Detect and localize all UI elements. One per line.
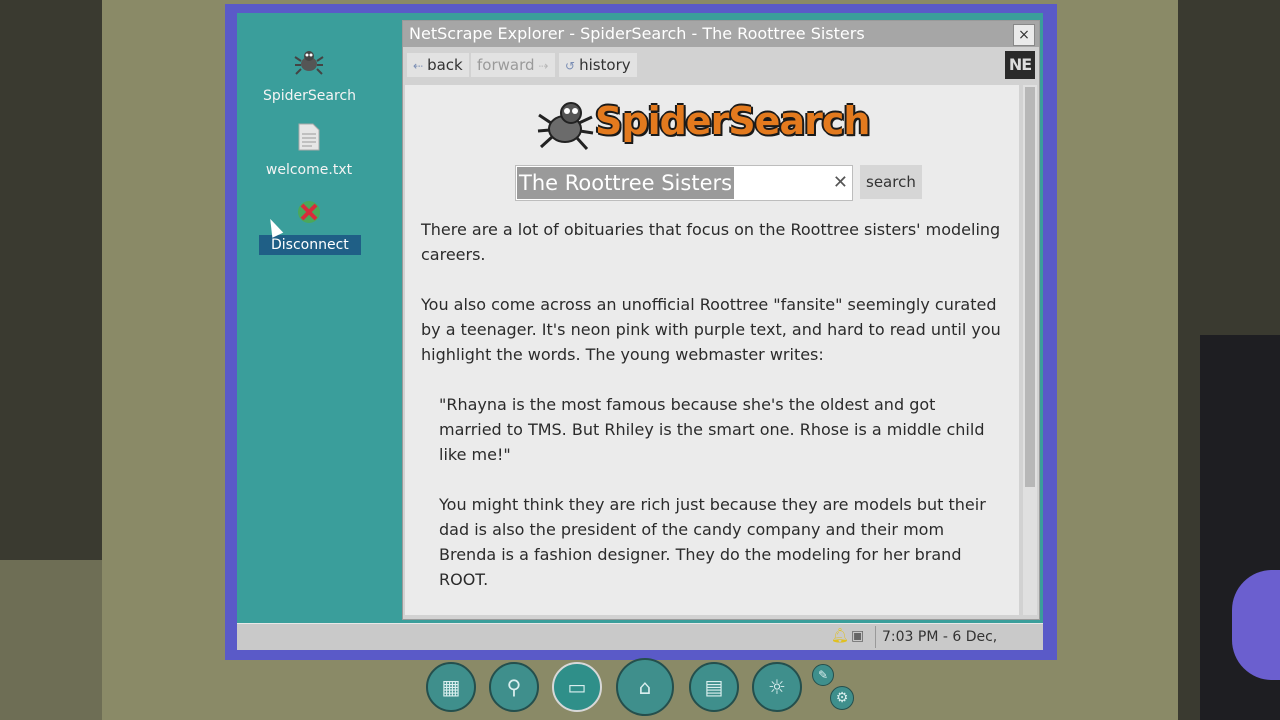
desk-surface [0,560,102,720]
desktop-icon-spidersearch[interactable]: SpiderSearch [259,47,359,105]
room-object [1232,570,1280,680]
network-icon[interactable]: ▣ [851,628,864,644]
desktop-screen: SpiderSearch welcome.txt Disconnect NetS… [237,13,1043,650]
navigation-bar: ⇠ back forward ⇢ ↺ history NE [403,47,1039,83]
history-button[interactable]: ↺ history [559,53,637,77]
page-content: SpiderSearch The Roottree Sisters ✕ sear… [405,85,1019,615]
arrow-left-icon: ⇠ [413,59,424,73]
clear-search-button[interactable]: ✕ [833,170,848,196]
window-titlebar[interactable]: NetScrape Explorer - SpiderSearch - The … [403,21,1039,47]
history-icon: ↺ [565,59,576,73]
back-button[interactable]: ⇠ back [407,53,469,77]
scrollbar-thumb[interactable] [1025,87,1035,487]
search-button[interactable]: search [860,165,922,199]
computer-icon[interactable]: ▭ [552,662,602,712]
bell-icon[interactable]: 🔔︎ [831,628,849,644]
notebook-icon[interactable]: ▤ [689,662,739,712]
taskbar-clock: 7:03 PM - 6 Dec, 1998 [875,626,1043,648]
search-input[interactable]: The Roottree Sisters ✕ [515,165,853,201]
article-quote: You might think they are rich just becau… [439,495,986,589]
logo-text: SpiderSearch [595,99,870,143]
back-label: back [427,56,463,74]
close-button[interactable]: × [1013,24,1035,46]
spidersearch-logo: SpiderSearch [537,95,897,151]
search-query-text: The Roottree Sisters [517,167,735,199]
article-paragraph: You also come across an unofficial Roott… [421,295,1001,364]
window-title: NetScrape Explorer - SpiderSearch - The … [409,24,865,43]
text-file-icon [259,123,359,157]
arrow-right-icon: ⇢ [538,59,549,73]
browser-brand-logo: NE [1005,51,1035,79]
forward-button[interactable]: forward ⇢ [471,53,555,77]
search-person-icon[interactable]: ⚲ [489,662,539,712]
settings-icon[interactable]: ⚙ [830,686,854,710]
spider-icon [537,95,595,151]
browser-window: NetScrape Explorer - SpiderSearch - The … [402,20,1040,620]
article-paragraph: There are a lot of obituaries that focus… [421,220,1001,264]
desktop-icon-label: Disconnect [259,235,361,255]
vertical-scrollbar[interactable] [1023,85,1037,615]
taskbar: 🔔︎ ▣ 7:03 PM - 6 Dec, 1998 [237,623,1043,650]
desktop-icon-label: welcome.txt [265,162,353,178]
desktop-icon-label: SpiderSearch [263,88,357,104]
article-quote: "Rhayna is the most famous because she's… [439,395,985,464]
desktop-icon-welcome-txt[interactable]: welcome.txt [259,123,359,179]
lightbulb-icon[interactable]: ☼ [752,662,802,712]
tool-icon[interactable]: ✎ [812,664,834,686]
forward-label: forward [477,56,535,74]
board-icon[interactable]: ▦ [426,662,476,712]
spider-icon [259,47,359,83]
history-label: history [579,56,631,74]
search-result-article: There are a lot of obituaries that focus… [421,217,1001,615]
home-icon[interactable]: ⌂ [616,658,674,716]
